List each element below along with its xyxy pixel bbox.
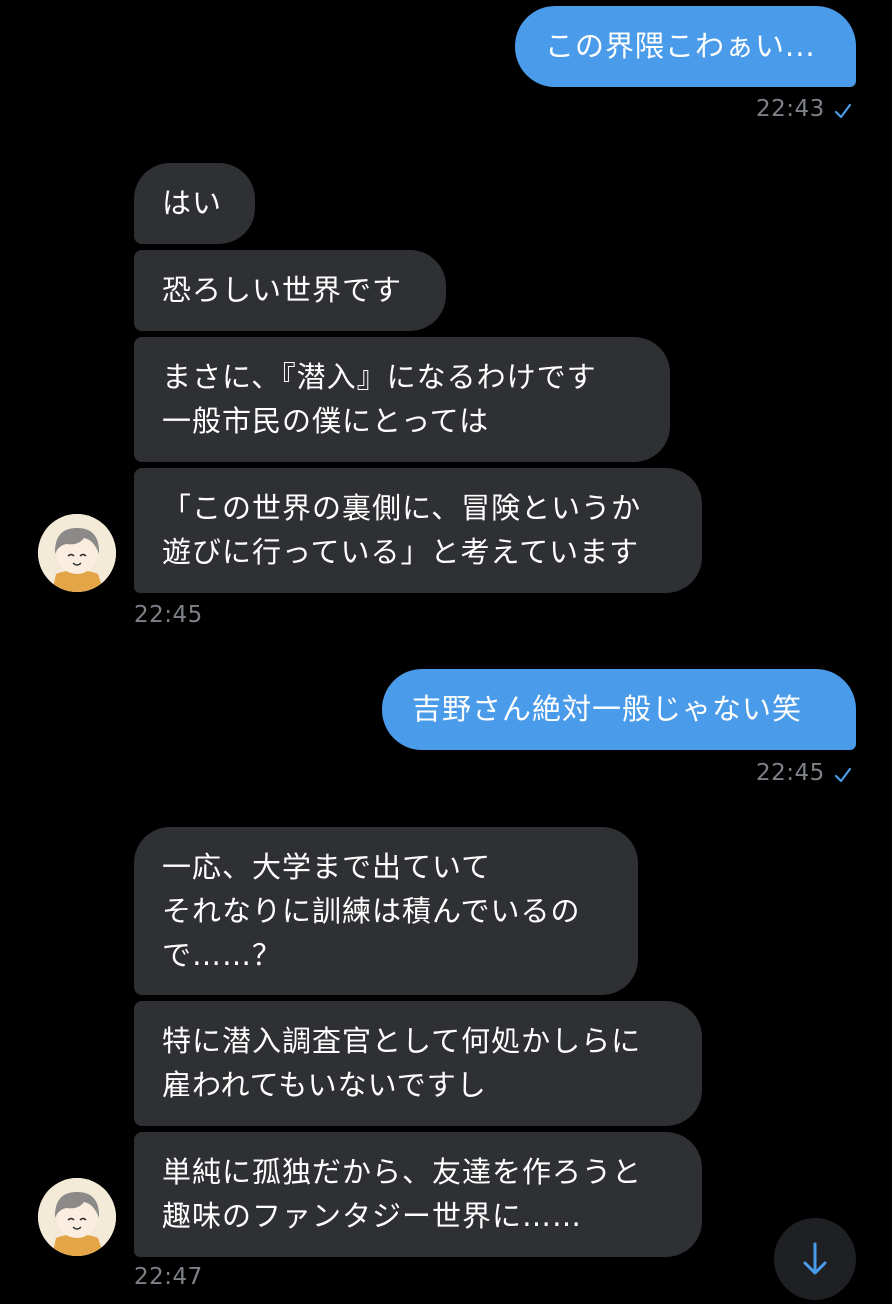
message-outgoing[interactable]: 吉野さん絶対一般じゃない笑 xyxy=(382,669,856,750)
message-timestamp: 22:47 xyxy=(134,1264,203,1290)
contact-avatar[interactable] xyxy=(38,514,116,592)
arrow-down-icon xyxy=(803,1242,827,1275)
message-incoming[interactable]: 恐ろしい世界です xyxy=(134,250,446,331)
read-checkmark-icon xyxy=(834,103,852,119)
avatar-illustration xyxy=(38,514,116,592)
avatar-illustration xyxy=(38,1178,116,1256)
message-incoming[interactable]: 一応、大学まで出ていて それなりに訓練は積んでいるの で……？ xyxy=(134,827,638,995)
message-incoming[interactable]: 単純に孤独だから、友達を作ろうと 趣味のファンタジー世界に…… xyxy=(134,1132,702,1257)
message-timestamp: 22:43 xyxy=(756,96,825,122)
message-incoming[interactable]: はい xyxy=(134,163,255,244)
message-incoming[interactable]: 特に潜入調査官として何処かしらに 雇われてもいないですし xyxy=(134,1001,702,1126)
message-timestamp: 22:45 xyxy=(756,760,825,786)
message-incoming[interactable]: まさに、『潜入』になるわけです 一般市民の僕にとっては xyxy=(134,337,670,462)
scroll-to-bottom-button[interactable] xyxy=(774,1218,856,1300)
message-incoming[interactable]: 「この世界の裏側に、冒険というか 遊びに行っている」と考えています xyxy=(134,468,702,593)
read-checkmark-icon xyxy=(834,767,852,783)
contact-avatar[interactable] xyxy=(38,1178,116,1256)
message-timestamp: 22:45 xyxy=(134,602,203,628)
message-outgoing[interactable]: この界隈こわぁい... xyxy=(515,6,856,87)
